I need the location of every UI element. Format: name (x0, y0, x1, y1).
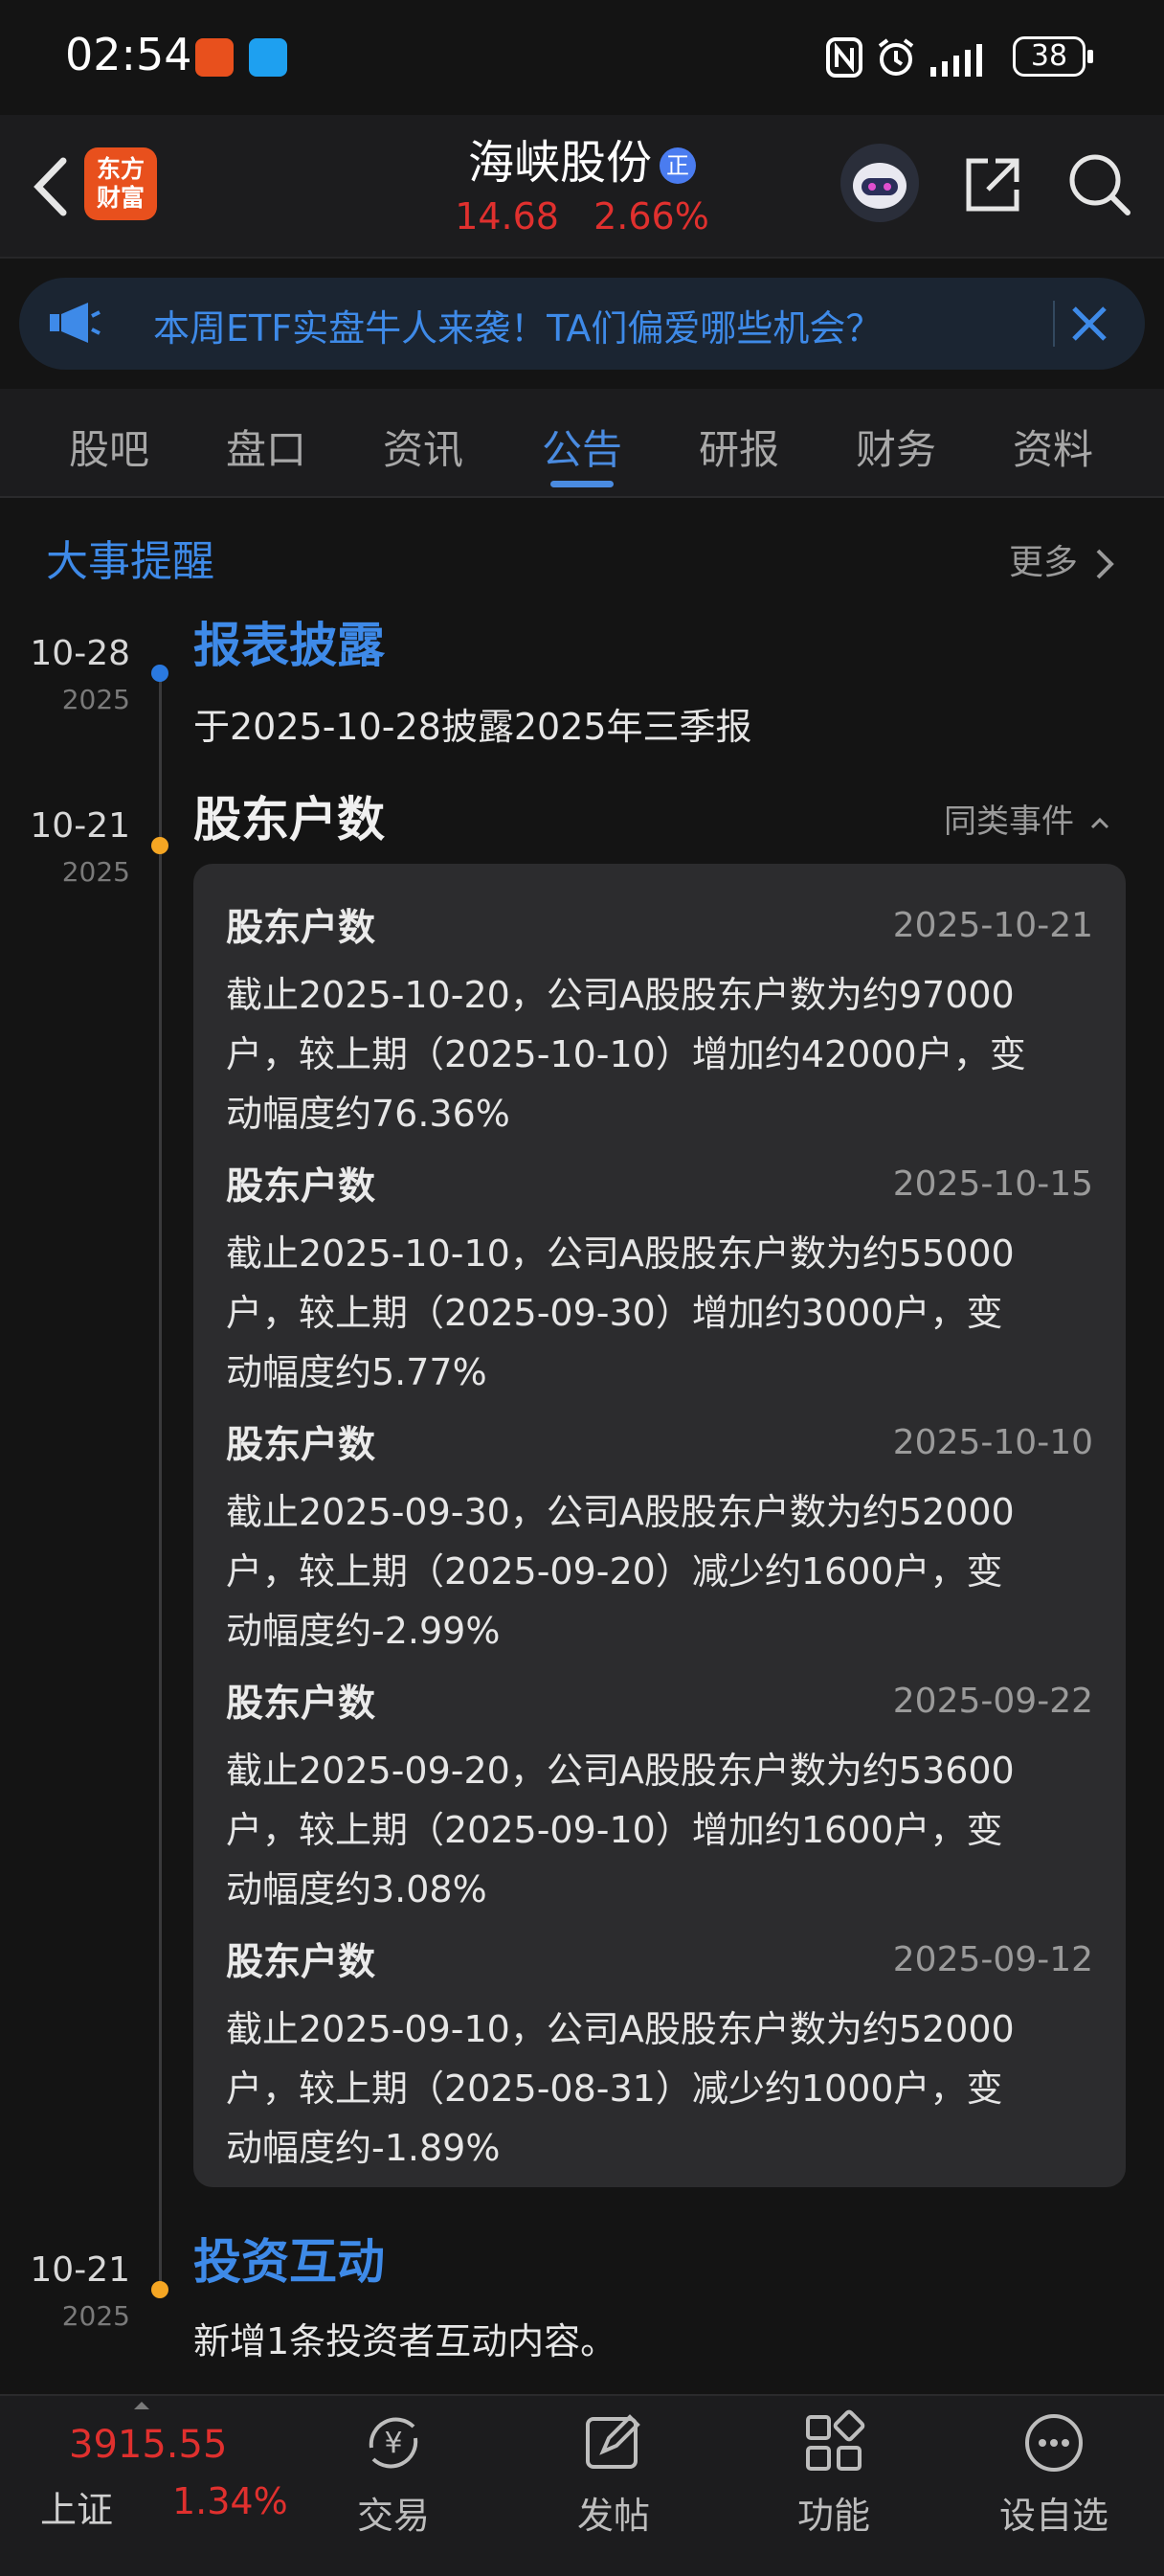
timeline-line (159, 670, 162, 2289)
event-title[interactable]: 报表披露 (193, 607, 385, 676)
robot-assistant-icon[interactable] (840, 144, 919, 222)
section-title: 大事提醒 (46, 537, 214, 586)
app-notification-icon (195, 38, 234, 77)
stock-price: 14.68 (455, 195, 559, 237)
record-body[interactable]: 截止2025-10-10，公司A股股东户数为约55000 户，较上期（2025-… (226, 1224, 1107, 1402)
event-year: 2025 (61, 684, 130, 715)
caret-up-icon (134, 2402, 149, 2409)
tab-guba[interactable]: 股吧 (52, 418, 167, 476)
similar-events-toggle[interactable]: 同类事件 (944, 795, 1111, 842)
alarm-icon (878, 38, 914, 76)
index-value[interactable]: 3915.55 (69, 2423, 227, 2467)
event-year: 2025 (61, 2300, 130, 2332)
yen-exchange-icon[interactable]: ¥ (360, 2409, 427, 2476)
tab-news[interactable]: 资讯 (366, 418, 481, 476)
active-tab-indicator (550, 481, 614, 487)
record-body[interactable]: 截止2025-09-10，公司A股股东户数为约52000 户，较上期（2025-… (226, 2000, 1107, 2178)
record-title: 股东户数 (226, 1683, 376, 1726)
svg-text:¥: ¥ (384, 2427, 402, 2460)
more-dots-icon[interactable] (1020, 2409, 1087, 2476)
record-title: 股东户数 (226, 1165, 376, 1209)
search-app-notification-icon (249, 38, 287, 77)
stock-name: 海峡股份 (467, 136, 652, 190)
more-label: 更多 (1009, 543, 1079, 582)
stock-change-pct: 2.66% (593, 195, 709, 237)
search-icon[interactable] (1066, 151, 1133, 218)
record-date: 2025-09-12 (892, 1940, 1093, 1979)
tab-announcements[interactable]: 公告 (525, 418, 639, 476)
timeline-dot-orange (151, 837, 168, 854)
nav-trade[interactable]: 交易 (317, 2486, 470, 2539)
record-title: 股东户数 (226, 1424, 376, 1467)
record-title: 股东户数 (226, 907, 376, 950)
timeline-dot-blue (151, 665, 168, 682)
event-description: 新增1条投资者互动内容。 (193, 2320, 617, 2362)
megaphone-icon (50, 303, 101, 343)
record-body[interactable]: 截止2025-09-30，公司A股股东户数为约52000 户，较上期（2025-… (226, 1482, 1107, 1661)
index-name[interactable]: 上证 (40, 2480, 113, 2533)
verified-badge: 正 (660, 147, 696, 184)
banner-text[interactable]: 本周ETF实盘牛人来袭！TA们偏爱哪些机会？ (153, 299, 882, 351)
battery-tip (1087, 50, 1093, 63)
tab-finance[interactable]: 财务 (839, 418, 953, 476)
record-date: 2025-09-22 (892, 1682, 1093, 1721)
event-title[interactable]: 投资互动 (193, 2224, 385, 2293)
index-change-pct[interactable]: 1.34% (172, 2480, 288, 2522)
nfc-icon (826, 37, 862, 78)
battery-level: 38 (1030, 39, 1068, 73)
record-date: 2025-10-21 (892, 906, 1093, 945)
banner-divider (1053, 301, 1055, 347)
nav-functions[interactable]: 功能 (757, 2486, 910, 2539)
grid-apps-icon[interactable] (800, 2409, 867, 2476)
event-description: 于2025-10-28披露2025年三季报 (193, 706, 752, 748)
status-time: 02:54 (65, 29, 192, 80)
nav-post[interactable]: 发帖 (537, 2486, 690, 2539)
record-body[interactable]: 截止2025-09-20，公司A股股东户数为约53600 户，较上期（2025-… (226, 1741, 1107, 1919)
edit-post-icon[interactable] (580, 2409, 647, 2476)
event-year: 2025 (61, 856, 130, 888)
tab-profile[interactable]: 资料 (996, 418, 1110, 476)
similar-events-label: 同类事件 (944, 802, 1074, 841)
event-date: 10-21 (30, 2250, 130, 2290)
record-date: 2025-10-15 (892, 1164, 1093, 1204)
record-date: 2025-10-10 (892, 1423, 1093, 1462)
battery-icon: 38 (1013, 36, 1086, 77)
chevron-up-icon (1090, 817, 1108, 828)
record-body[interactable]: 截止2025-10-20，公司A股股东户数为约97000 户，较上期（2025-… (226, 965, 1107, 1143)
more-link[interactable]: 更多 (1009, 534, 1117, 584)
close-icon[interactable] (1068, 303, 1110, 345)
tab-research[interactable]: 研报 (682, 418, 796, 476)
record-title: 股东户数 (226, 1941, 376, 1984)
timeline-dot-orange (151, 2281, 168, 2298)
nav-add-watchlist[interactable]: 设自选 (977, 2486, 1130, 2539)
event-date: 10-21 (30, 806, 130, 846)
signal-icon (930, 44, 982, 77)
chevron-right-icon (1097, 549, 1115, 579)
event-title: 股东户数 (193, 792, 385, 847)
tab-pankou[interactable]: 盘口 (209, 418, 324, 476)
share-icon[interactable] (961, 153, 1024, 216)
event-date: 10-28 (30, 634, 130, 673)
